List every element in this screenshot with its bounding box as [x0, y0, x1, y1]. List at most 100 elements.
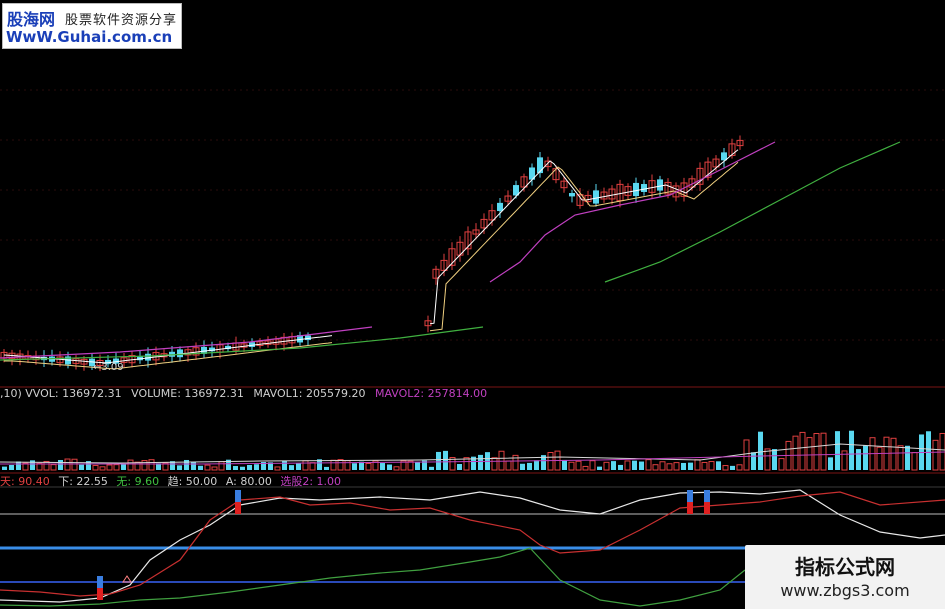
logo-slogan: 股票软件资源分享	[65, 13, 178, 28]
volume-bar	[64, 458, 71, 471]
volume-bar	[218, 461, 225, 471]
signal-marker	[235, 490, 241, 502]
kdj-indicator-a: A: 80.00	[225, 475, 272, 488]
volume-bar	[71, 458, 78, 471]
ma-line	[489, 141, 776, 283]
volume-bar	[645, 459, 652, 471]
volume-bar	[177, 465, 182, 470]
volume-bar	[240, 466, 245, 470]
stock-chart-canvas[interactable]	[0, 0, 945, 609]
volume-bar	[534, 460, 539, 470]
volume-bar	[778, 458, 785, 471]
signal-marker	[97, 576, 103, 588]
signal-marker	[687, 490, 693, 502]
volume-bar	[688, 462, 693, 470]
logo-url: WwW.Guhai.com.cn	[6, 28, 173, 46]
volume-bar	[618, 464, 623, 470]
volume-bar	[835, 431, 840, 470]
volume-bar	[562, 459, 567, 470]
signal-marker	[97, 588, 103, 600]
vol-indicator-mavol2: MAVOL2: 257814.00	[375, 387, 488, 400]
volume-bar	[457, 463, 462, 470]
volume-bar	[624, 460, 631, 471]
volume-bar	[254, 464, 259, 470]
kdj-indicator-xia: 下: 22.55	[58, 475, 108, 488]
volume-bar	[722, 465, 729, 471]
volume-indicator-bar: ,10) VVOL: 136972.31 VOLUME: 136972.31 M…	[0, 387, 487, 402]
volume-bar	[806, 437, 813, 471]
volume-bar	[9, 464, 14, 470]
volume-bar	[274, 466, 281, 471]
volume-bar	[127, 459, 134, 471]
volume-bar	[603, 461, 610, 471]
volume-bar	[681, 462, 686, 470]
volume-bar	[289, 465, 294, 470]
volume-bar	[632, 460, 637, 470]
volume-bar	[589, 460, 596, 471]
volume-bar	[828, 457, 833, 470]
candle-body	[633, 182, 639, 197]
candle-body	[497, 202, 503, 212]
volume-bar	[309, 462, 316, 471]
volume-bar	[498, 450, 505, 471]
volume-bar	[527, 462, 532, 470]
volume-bar	[429, 466, 434, 470]
vol-indicator-mavol1: MAVOL1: 205579.20	[253, 387, 366, 400]
volume-bar	[932, 439, 939, 471]
volume-bar	[666, 463, 673, 471]
volume-bar	[758, 431, 763, 470]
volume-bar	[813, 433, 820, 471]
signal-marker	[704, 490, 710, 502]
volume-bar	[352, 463, 357, 470]
volume-bar	[568, 461, 575, 471]
volume-bar	[113, 464, 120, 471]
volume-bar-chart[interactable]	[0, 430, 945, 471]
volume-bar	[2, 466, 7, 470]
volume-bar	[337, 459, 344, 471]
candle-body	[641, 184, 647, 192]
volume-bar	[233, 466, 238, 470]
volume-bar	[694, 459, 701, 471]
volume-bar	[148, 459, 155, 471]
candle-body	[537, 157, 543, 174]
volume-bar	[730, 465, 735, 470]
volume-bar	[436, 451, 441, 470]
kdj-indicator-wu: 无: 9.60	[116, 475, 160, 488]
volume-bar	[639, 461, 644, 470]
kdj-indicator-bar: 天: 90.40 下: 22.55 无: 9.60 趋: 50.00 A: 80…	[0, 473, 420, 488]
volume-bar	[505, 460, 512, 471]
volume-bar	[211, 466, 218, 471]
volume-bar	[547, 452, 554, 471]
volume-bar	[282, 460, 287, 470]
volume-bar	[799, 431, 806, 471]
candle-body	[569, 193, 575, 197]
volume-bar	[330, 459, 337, 471]
volume-bar	[324, 466, 329, 470]
volume-bar	[478, 454, 483, 470]
price-low-marker: ←3.09	[93, 362, 124, 373]
volume-bar	[443, 450, 448, 470]
volume-bar	[743, 439, 750, 471]
volume-bar	[659, 461, 666, 471]
volume-bar	[716, 461, 721, 470]
volume-bar	[863, 445, 868, 470]
volume-bar	[393, 466, 400, 471]
watermark-url: www.zbgs3.com	[780, 581, 910, 600]
volume-bar	[582, 465, 589, 471]
vol-indicator-volume: VOLUME: 136972.31	[131, 387, 244, 400]
volume-bar	[134, 461, 141, 471]
volume-bar	[701, 461, 708, 471]
volume-bar	[141, 460, 148, 471]
volume-bar	[736, 464, 743, 471]
volume-bar	[911, 452, 918, 471]
volume-bar	[491, 457, 498, 471]
price-candlestick-chart[interactable]	[0, 135, 901, 372]
stock-chart-window: 股海网 股票软件资源分享 WwW.Guhai.com.cn ←3.09 ,10)…	[0, 0, 945, 609]
volume-bar	[99, 466, 106, 471]
volume-bar	[890, 437, 897, 471]
volume-bar	[905, 445, 910, 470]
volume-bar	[121, 463, 126, 470]
volume-bar	[204, 464, 211, 471]
volume-bar	[198, 465, 203, 470]
volume-bar	[856, 449, 861, 470]
